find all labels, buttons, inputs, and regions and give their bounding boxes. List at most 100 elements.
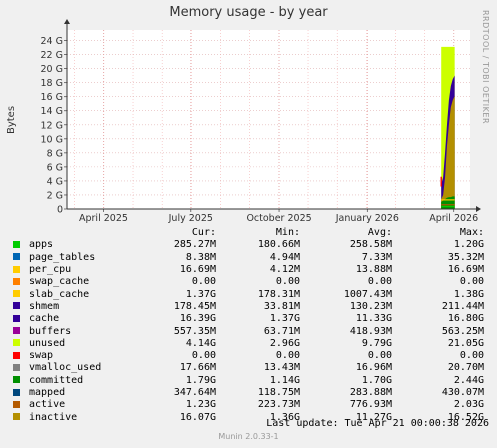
legend-cur-value: 347.64M — [173, 387, 216, 398]
legend-avg-value: 0.00 — [367, 276, 392, 288]
legend-label: vmalloc_used — [29, 362, 102, 374]
plot-background — [67, 30, 470, 209]
legend-min-value: 4.94M — [269, 251, 300, 263]
legend-max-value: 16.69M — [447, 264, 484, 276]
legend-swatch — [13, 277, 20, 285]
legend-cur-value: 178.45M — [173, 300, 216, 312]
legend-cur-value: 0.00 — [191, 276, 216, 288]
legend-label: unused — [29, 337, 66, 349]
x-tick-label: July 2025 — [168, 213, 213, 224]
y-tick-label: 16 G — [41, 92, 63, 103]
legend-avg-value: 258.58M — [349, 239, 392, 251]
x-tick-label: October 2025 — [246, 213, 311, 224]
legend-min-value: 0.00 — [275, 350, 300, 362]
legend-avg-value: 130.23M — [349, 300, 392, 312]
legend-label: active — [29, 399, 66, 411]
legend-cur-value: 0.00 — [191, 350, 216, 362]
legend-min-value: 63.71M — [263, 325, 300, 337]
legend-row-buffers: buffers 557.35M 63.71M 418.93M 563.25M — [8, 325, 484, 337]
legend-label: apps — [29, 239, 54, 251]
legend-swatch — [13, 290, 20, 298]
y-tick-label: 18 G — [41, 78, 63, 89]
legend-min-value: 178.31M — [257, 288, 300, 300]
legend-min-value: 33.81M — [263, 300, 300, 312]
y-tick-label: 24 G — [41, 36, 63, 47]
y-tick-label: 14 G — [41, 106, 63, 117]
header-cur: Cur: — [191, 227, 216, 239]
series-areas — [440, 46, 455, 210]
y-tick-label: 10 G — [41, 134, 63, 145]
legend-cur-value: 557.35M — [173, 325, 216, 337]
legend-row-active: active 1.23G 223.73M 776.93M 2.03G — [8, 399, 484, 411]
legend-swatch — [13, 302, 20, 310]
legend-min-value: 0.00 — [275, 276, 300, 288]
x-axis-arrow — [476, 206, 481, 212]
legend-row-unused: unused 4.14G 2.96G 9.79G 21.05G — [8, 338, 484, 350]
y-tick-label: 22 G — [41, 50, 63, 61]
legend-row-page-tables: page_tables 8.38M 4.94M 7.33M 35.32M — [8, 252, 484, 264]
y-tick-label: 20 G — [41, 64, 63, 75]
legend-swatch — [13, 351, 20, 359]
y-tick-label: 4 G — [47, 176, 63, 187]
x-tick-label: January 2026 — [335, 213, 399, 224]
legend-max-value: 0.00 — [459, 350, 484, 362]
legend-label: per_cpu — [29, 264, 72, 276]
legend-swatch — [13, 314, 20, 322]
legend-cur-value: 285.27M — [173, 239, 216, 251]
legend-cur-value: 1.23G — [185, 399, 216, 411]
legend-row-committed: committed 1.79G 1.14G 1.70G 2.44G — [8, 375, 484, 387]
legend-avg-value: 418.93M — [349, 325, 392, 337]
y-axis-arrow — [64, 19, 70, 24]
legend-max-value: 21.05G — [447, 337, 484, 349]
legend-min-value: 118.75M — [257, 387, 300, 398]
legend-label: swap — [29, 350, 54, 362]
legend-min-value: 13.43M — [263, 362, 300, 374]
legend-max-value: 563.25M — [441, 325, 484, 337]
legend-max-value: 0.00 — [459, 276, 484, 288]
last-update: Last update: Tue Apr 21 00:00:38 2026 — [266, 418, 489, 429]
legend-label: buffers — [29, 325, 72, 337]
legend-min-value: 223.73M — [257, 399, 300, 411]
legend-swatch — [13, 400, 20, 408]
y-tick-label: 0 — [57, 205, 63, 216]
legend-min-value: 1.37G — [269, 313, 300, 325]
legend-cur-value: 16.39G — [179, 313, 216, 325]
legend-max-value: 16.80G — [447, 313, 484, 325]
legend-header-row: Cur: Min: Avg: Max: — [8, 227, 484, 239]
legend-avg-value: 16.96M — [355, 362, 392, 374]
legend-cur-value: 1.79G — [185, 374, 216, 386]
y-tick-label: 2 G — [47, 190, 63, 201]
legend-avg-value: 9.79G — [361, 337, 392, 349]
legend-row-shmem: shmem 178.45M 33.81M 130.23M 211.44M — [8, 301, 484, 313]
chart-area: 0 2 G 4 G 6 G 8 G 10 G 12 G 14 G 16 G 18 G 20 G 22 … — [6, 19, 481, 224]
legend-max-value: 20.70M — [447, 362, 484, 374]
legend-cur-value: 16.69M — [179, 264, 216, 276]
legend-avg-value: 776.93M — [349, 399, 392, 411]
header-avg: Avg: — [367, 227, 392, 239]
legend-avg-value: 1.70G — [361, 374, 392, 386]
legend-cur-value: 17.66M — [179, 362, 216, 374]
legend-max-value: 2.03G — [453, 399, 484, 411]
munin-graph: Memory usage - by year RRDTOOL / TOBI OE… — [0, 0, 497, 448]
y-tick-label: 6 G — [47, 162, 63, 173]
legend-label: committed — [29, 374, 84, 386]
legend-swatch — [13, 376, 20, 384]
legend-avg-value: 0.00 — [367, 350, 392, 362]
legend-max-value: 211.44M — [441, 300, 484, 312]
legend-row-vmalloc-used: vmalloc_used 17.66M 13.43M 16.96M 20.70M — [8, 362, 484, 374]
legend-avg-value: 11.33G — [355, 313, 392, 325]
legend-min-value: 4.12M — [269, 264, 300, 276]
legend-min-value: 2.96G — [269, 337, 300, 349]
legend-label: swap_cache — [29, 276, 90, 288]
legend-label: page_tables — [29, 251, 96, 263]
header-max: Max: — [459, 227, 484, 239]
legend-swatch — [13, 240, 20, 248]
legend-row-apps: apps 285.27M 180.66M 258.58M 1.20G — [8, 239, 484, 251]
legend-row-slab-cache: slab_cache 1.37G 178.31M 1007.43M 1.38G — [8, 288, 484, 300]
legend-table: Cur: Min: Avg: Max: apps 285.27M 180.66M 25… — [8, 227, 484, 424]
legend-cur-value: 1.37G — [185, 288, 216, 300]
legend-swatch — [13, 253, 20, 261]
legend-row-cache: cache 16.39G 1.37G 11.33G 16.80G — [8, 313, 484, 325]
legend-max-value: 35.32M — [447, 251, 484, 263]
legend-swatch — [13, 388, 20, 396]
